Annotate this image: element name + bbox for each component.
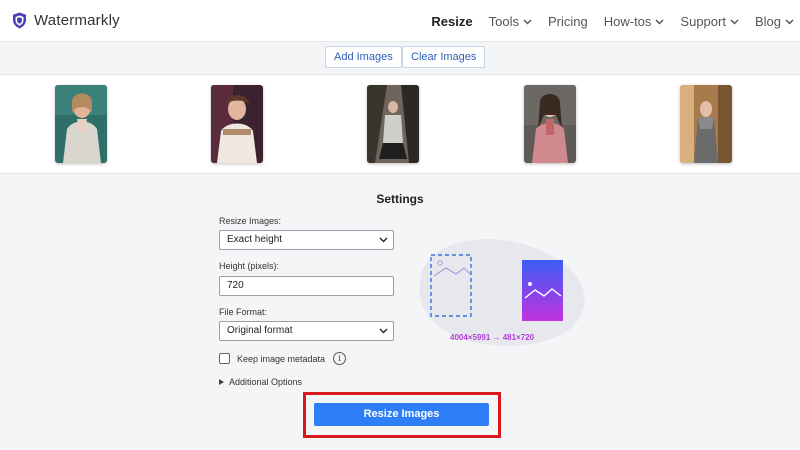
image-toolbar: Add Images Clear Images [0, 42, 800, 74]
additional-options-label: Additional Options [229, 377, 303, 387]
image-thumbnail-1[interactable] [55, 85, 107, 163]
clear-images-button[interactable]: Clear Images [402, 46, 486, 68]
nav-item-label: How-tos [603, 14, 652, 29]
nav-item-pricing[interactable]: Pricing [548, 14, 588, 29]
image-thumbnail-2[interactable] [211, 85, 263, 163]
nav-item-label: Tools [488, 14, 519, 29]
height-value: 720 [227, 280, 244, 291]
resize-mode-select[interactable]: Exact height [219, 230, 394, 250]
image-strip [0, 74, 800, 174]
additional-options-toggle[interactable]: Additional Options [219, 377, 302, 387]
chevron-down-icon [523, 18, 532, 25]
chevron-down-icon [730, 18, 739, 25]
file-format-select[interactable]: Original format [219, 321, 394, 341]
top-header: Watermarkly Resize Tools Pricing How-tos Sup… [0, 0, 800, 42]
dimensions-text: 4004×5991 → 481×720 [450, 333, 535, 342]
info-icon[interactable]: i [333, 352, 347, 365]
file-format-label: File Format: [219, 307, 268, 317]
add-images-button[interactable]: Add Images [325, 46, 402, 68]
main-nav: Resize Tools Pricing How-tos Support Blog [415, 14, 794, 29]
height-label: Height (pixels): [219, 261, 280, 271]
keep-metadata-checkbox[interactable] [219, 353, 230, 364]
settings-title: Settings [376, 192, 424, 206]
image-thumbnail-5[interactable] [680, 85, 732, 163]
chevron-down-icon [379, 237, 388, 243]
resize-mode-value: Exact height [227, 234, 283, 245]
image-thumbnail-3[interactable] [367, 85, 419, 163]
image-thumbnail-4[interactable] [524, 85, 576, 163]
nav-item-label: Blog [754, 14, 781, 29]
nav-item-label: Resize [431, 14, 473, 29]
shield-logo-icon [13, 12, 26, 29]
chevron-down-icon [379, 328, 388, 334]
nav-item-label: Pricing [547, 14, 588, 29]
nav-item-support[interactable]: Support [680, 14, 739, 29]
caret-right-icon [219, 379, 224, 385]
keep-metadata-label: Keep image metadata [237, 353, 326, 364]
nav-item-blog[interactable]: Blog [755, 14, 794, 29]
height-input[interactable]: 720 [219, 276, 394, 296]
nav-item-how-tos[interactable]: How-tos [604, 14, 665, 29]
file-format-value: Original format [227, 325, 293, 336]
chevron-down-icon [655, 18, 664, 25]
chevron-down-icon [785, 18, 794, 25]
nav-item-resize[interactable]: Resize [431, 14, 472, 29]
resize-mode-label: Resize Images: [219, 216, 282, 226]
keep-metadata-row: Keep image metadata i [219, 352, 347, 365]
brand-name: Watermarkly [34, 12, 120, 29]
resize-images-button[interactable]: Resize Images [314, 403, 489, 426]
brand-logo[interactable]: Watermarkly [12, 12, 120, 29]
nav-item-label: Support [680, 14, 726, 29]
nav-item-tools[interactable]: Tools [489, 14, 532, 29]
